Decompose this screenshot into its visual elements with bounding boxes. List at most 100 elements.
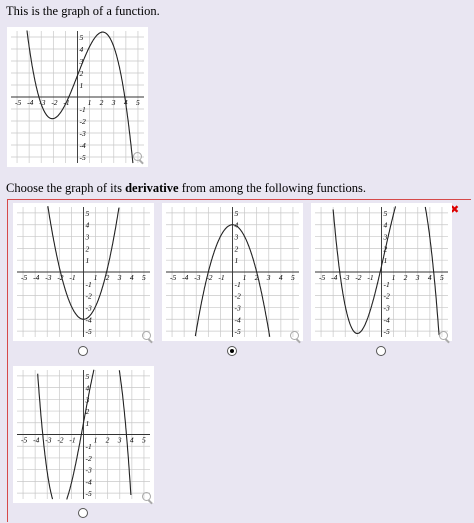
- prompt-statement: This is the graph of a function.: [6, 4, 160, 18]
- y-tick-label: -1: [86, 280, 92, 289]
- x-tick-label: 3: [117, 273, 122, 282]
- x-tick-label: -2: [355, 273, 361, 282]
- option-c-plot: -5 -4 -3 -2 -1 1 2 3 4 554321-1-2-3-4-5: [315, 206, 448, 337]
- prompt-choose-pre: Choose the graph of its: [6, 181, 126, 195]
- y-tick-label: -4: [86, 477, 92, 486]
- y-tick-label: -3: [80, 129, 86, 138]
- x-tick-label: 4: [428, 273, 432, 282]
- y-tick-label: 5: [80, 33, 84, 42]
- x-tick-label: 3: [111, 98, 116, 107]
- x-tick-label: 1: [88, 98, 92, 107]
- x-tick-label: 1: [94, 273, 98, 282]
- y-tick-label: -3: [235, 303, 241, 312]
- y-tick-label: -5: [384, 327, 390, 336]
- option-c-radio[interactable]: [376, 346, 386, 356]
- x-tick-label: 4: [130, 436, 134, 445]
- x-tick-label: 1: [243, 273, 247, 282]
- x-tick-label: 4: [130, 273, 134, 282]
- x-tick-label: 3: [266, 273, 271, 282]
- magnify-icon[interactable]: [290, 331, 299, 340]
- x-tick-label: 1: [94, 436, 98, 445]
- option-c-graph: -5 -4 -3 -2 -1 1 2 3 4 5 5 4 3 2 1 -1 -2 -3 -4 -5: [311, 203, 452, 341]
- y-tick-label: -5: [86, 489, 92, 498]
- x-tick-label: -2: [51, 98, 57, 107]
- y-tick-label: 5: [86, 372, 90, 381]
- x-tick-label: -4: [331, 273, 337, 282]
- x-tick-label: -5: [15, 98, 21, 107]
- x-tick-label: 4: [279, 273, 283, 282]
- x-tick-label: -2: [57, 436, 63, 445]
- x-tick-label: 5: [136, 98, 140, 107]
- magnify-icon[interactable]: [133, 152, 142, 161]
- option-d-plot: -5 -4 -3 -2 -1 1 2 3 4 554321-1-2-3-4-5: [17, 369, 150, 500]
- y-tick-label: -2: [86, 292, 92, 301]
- x-tick-label: -5: [21, 273, 27, 282]
- x-tick-label: -5: [170, 273, 176, 282]
- x-tick-label: -3: [343, 273, 349, 282]
- y-tick-label: -5: [86, 327, 92, 336]
- x-tick-label: 2: [404, 273, 408, 282]
- x-tick-label: -3: [194, 273, 200, 282]
- y-tick-label: 1: [86, 419, 90, 428]
- y-tick-label: 4: [80, 45, 84, 54]
- x-tick-label: 5: [291, 273, 295, 282]
- x-tick-label: -4: [27, 98, 33, 107]
- y-tick-label: 4: [384, 221, 388, 230]
- x-tick-label: 3: [415, 273, 420, 282]
- y-tick-label: -4: [80, 141, 86, 150]
- y-tick-label: 1: [384, 256, 388, 265]
- option-a-plot: -5 -4 -3 -2 -1 1 2 3 4 554321-1-2-3-4-5: [17, 206, 150, 337]
- x-tick-label: -1: [69, 436, 75, 445]
- y-tick-label: 2: [86, 244, 90, 253]
- x-tick-label: -5: [319, 273, 325, 282]
- y-tick-label: -2: [80, 117, 86, 126]
- y-tick-label: -2: [86, 454, 92, 463]
- given-function-graph: -5 -4 -3 -2 -1 1 2 3 4 5 5 4 3 2 1 -1 -2 -3 -4 -5: [7, 27, 148, 167]
- y-tick-label: -1: [86, 442, 92, 451]
- y-tick-label: -1: [235, 280, 241, 289]
- x-tick-label: 2: [100, 98, 104, 107]
- y-tick-label: 2: [235, 244, 239, 253]
- y-tick-label: -5: [80, 153, 86, 162]
- x-tick-label: 1: [392, 273, 396, 282]
- x-tick-label: -3: [45, 436, 51, 445]
- y-tick-label: -3: [86, 303, 92, 312]
- y-tick-label: -1: [80, 105, 86, 114]
- x-tick-label: -1: [69, 273, 75, 282]
- option-d-graph: -5 -4 -3 -2 -1 1 2 3 4 5 5 4 3 2 1 -1 -2 -3 -4 -5: [13, 366, 154, 503]
- x-tick-label: -4: [182, 273, 188, 282]
- y-tick-label: -1: [384, 280, 390, 289]
- option-a-radio[interactable]: [78, 346, 88, 356]
- option-a-graph: -5 -4 -3 -2 -1 1 2 3 4 5 5 4 3 2 1 -1 -2 -3 -4 -5: [13, 203, 154, 341]
- x-tick-label: -1: [367, 273, 373, 282]
- y-tick-label: -5: [235, 327, 241, 336]
- y-tick-label: 3: [85, 233, 90, 242]
- y-tick-label: 5: [235, 209, 239, 218]
- option-b-plot: -5 -4 -3 -2 -1 1 2 3 4 554321-1-2-3-4-5: [166, 207, 299, 337]
- x-tick-label: 3: [117, 436, 122, 445]
- y-tick-label: -2: [235, 292, 241, 301]
- prompt-choose-bold: derivative: [125, 181, 179, 195]
- prompt-choose-post: from among the following functions.: [178, 181, 367, 195]
- x-tick-label: -4: [33, 273, 39, 282]
- y-tick-label: -4: [384, 315, 390, 324]
- magnify-icon[interactable]: [439, 331, 448, 340]
- y-tick-label: 1: [235, 256, 239, 265]
- y-tick-label: 5: [384, 209, 388, 218]
- y-tick-label: -3: [86, 466, 92, 475]
- y-tick-label: 2: [80, 69, 84, 78]
- magnify-icon[interactable]: [142, 331, 151, 340]
- magnify-icon[interactable]: [142, 492, 151, 501]
- x-tick-label: -5: [21, 436, 27, 445]
- y-tick-label: 5: [86, 209, 90, 218]
- option-d-radio[interactable]: [78, 508, 88, 518]
- x-tick-label: 5: [142, 273, 146, 282]
- y-tick-label: 3: [234, 233, 239, 242]
- option-b-radio[interactable]: [227, 346, 237, 356]
- given-function-plot: -5 -4 -3 -2 -1 1 2 3 4 554321-1-2-3-4-5: [11, 30, 144, 164]
- y-tick-label: -2: [384, 292, 390, 301]
- y-tick-label: -3: [384, 303, 390, 312]
- x-tick-label: 5: [440, 273, 444, 282]
- option-b-graph: -5 -4 -3 -2 -1 1 2 3 4 5 5 4 3 2 1 -1 -2 -3 -4 -5: [162, 203, 303, 341]
- x-tick-label: -1: [218, 273, 224, 282]
